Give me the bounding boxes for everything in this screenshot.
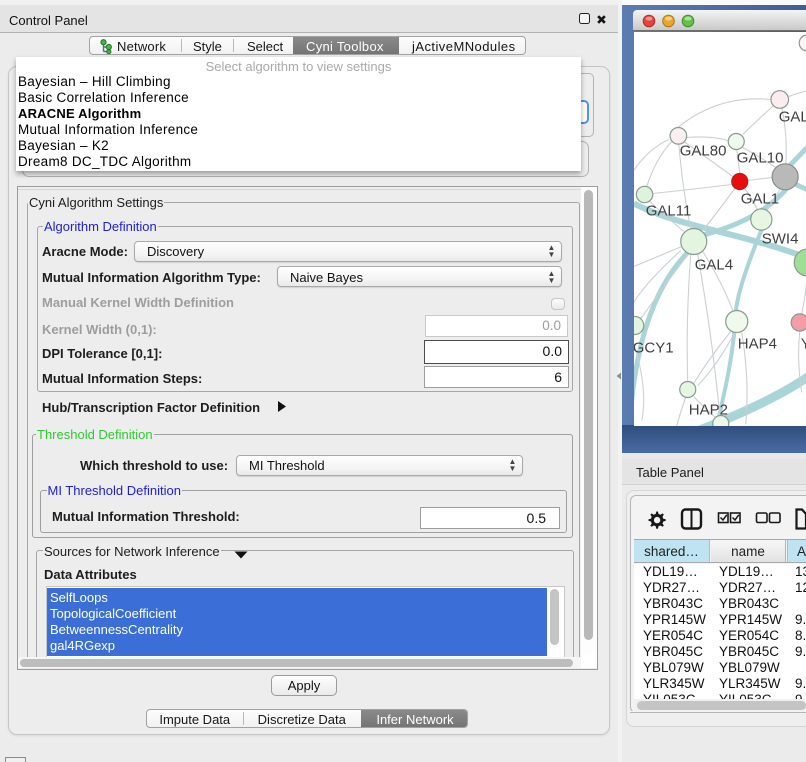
svg-text:HAP4: HAP4 bbox=[737, 335, 776, 352]
svg-text:SWI4: SWI4 bbox=[761, 230, 798, 247]
svg-text:GAL10: GAL10 bbox=[736, 149, 783, 166]
svg-text:GCY1: GCY1 bbox=[634, 339, 674, 356]
svg-text:GAL80: GAL80 bbox=[679, 142, 726, 159]
svg-text:YB: YB bbox=[800, 335, 806, 352]
svg-text:GAL11: GAL11 bbox=[645, 202, 691, 219]
svg-text:HAP2: HAP2 bbox=[688, 401, 727, 418]
svg-text:GAL1: GAL1 bbox=[740, 190, 778, 207]
svg-text:GAL2: GAL2 bbox=[778, 108, 806, 125]
svg-text:GAL4: GAL4 bbox=[694, 256, 732, 273]
